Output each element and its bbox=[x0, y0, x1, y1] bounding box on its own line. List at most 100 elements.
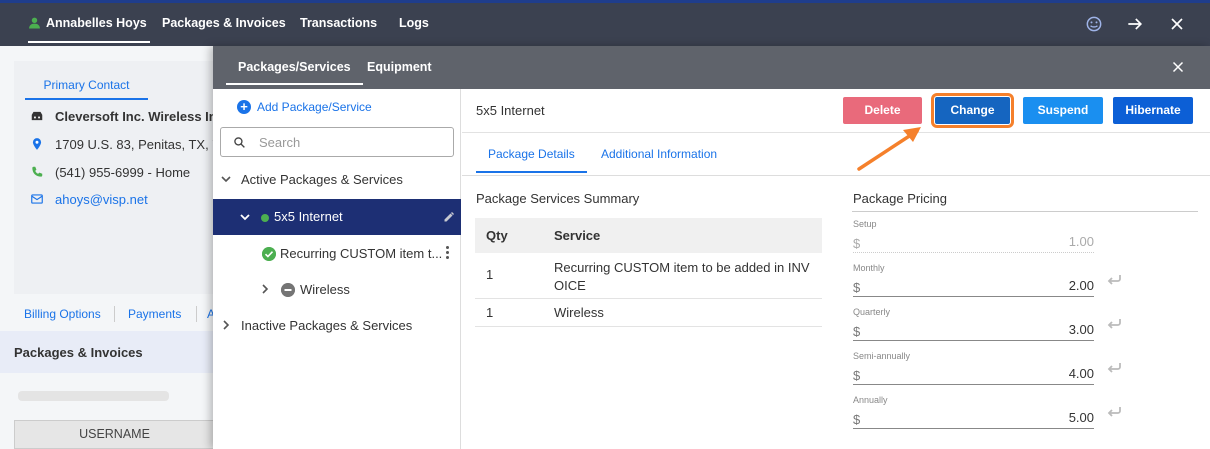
billing-options-link[interactable]: Billing Options bbox=[24, 307, 101, 321]
topnav-logs[interactable]: Logs bbox=[399, 3, 429, 43]
add-package-button[interactable]: + Add Package/Service bbox=[237, 99, 372, 114]
package-tree-panel: + Add Package/Service Active Packages & S… bbox=[213, 89, 461, 449]
minus-circle-icon bbox=[281, 283, 295, 297]
undo-icon[interactable] bbox=[1107, 361, 1121, 373]
tree-item-wireless-label: Wireless bbox=[300, 282, 350, 297]
email-link[interactable]: ahoys@visp.net bbox=[55, 192, 148, 207]
divider bbox=[462, 175, 1210, 176]
column-header-service: Service bbox=[554, 228, 601, 243]
currency-symbol: $ bbox=[853, 280, 861, 295]
address-text: 1709 U.S. 83, Penitas, TX, 7 bbox=[55, 137, 215, 152]
package-title: 5x5 Internet bbox=[476, 103, 545, 118]
tree-group-active[interactable]: Active Packages & Services bbox=[213, 163, 461, 197]
tree-item-recurring-custom[interactable]: Recurring CUSTOM item t... bbox=[213, 237, 461, 271]
service-cell-line1: Recurring CUSTOM item to be added in INV bbox=[554, 260, 810, 275]
price-value: 1.00 bbox=[1068, 234, 1094, 249]
price-field-annually[interactable]: $ 5.00 bbox=[853, 409, 1094, 429]
address-row: 1709 U.S. 83, Penitas, TX, 7 bbox=[30, 137, 215, 155]
pencil-icon[interactable] bbox=[443, 211, 455, 223]
price-label: Quarterly bbox=[853, 307, 891, 317]
check-circle-icon bbox=[262, 247, 276, 261]
chevron-right-icon[interactable] bbox=[260, 284, 270, 294]
building-icon bbox=[31, 111, 43, 121]
price-field-quarterly[interactable]: $ 3.00 bbox=[853, 321, 1094, 341]
divider bbox=[462, 132, 1210, 133]
tree-item-wireless[interactable]: Wireless bbox=[213, 273, 461, 307]
undo-icon[interactable] bbox=[1107, 273, 1121, 285]
username-column-header[interactable]: USERNAME bbox=[14, 420, 215, 449]
location-icon bbox=[32, 138, 42, 150]
pricing-title: Package Pricing bbox=[853, 191, 947, 206]
smiley-icon[interactable] bbox=[1084, 14, 1104, 34]
phone-icon bbox=[32, 166, 43, 177]
phone-row: (541) 955-6999 - Home bbox=[30, 165, 215, 183]
table-row: 1 Wireless bbox=[475, 299, 822, 327]
tree-item-5x5-internet[interactable]: 5x5 Internet bbox=[213, 199, 461, 235]
primary-contact-tab[interactable]: Primary Contact bbox=[25, 78, 148, 100]
topnav-customer-label: Annabelles Hoys bbox=[46, 16, 147, 30]
modal-header: Packages/Services Equipment bbox=[213, 46, 1210, 89]
price-label: Annually bbox=[853, 395, 888, 405]
tab-equipment[interactable]: Equipment bbox=[367, 46, 432, 89]
search-icon bbox=[234, 137, 245, 148]
price-value[interactable]: 2.00 bbox=[1069, 278, 1094, 293]
tab-packages-services[interactable]: Packages/Services bbox=[226, 46, 363, 89]
search-field[interactable] bbox=[220, 127, 454, 157]
tree-group-inactive[interactable]: Inactive Packages & Services bbox=[213, 309, 461, 343]
change-button[interactable]: Change bbox=[931, 93, 1014, 128]
packages-invoices-header: Packages & Invoices bbox=[0, 331, 215, 373]
price-value[interactable]: 5.00 bbox=[1069, 410, 1094, 425]
divider bbox=[196, 306, 197, 322]
tree-group-active-label: Active Packages & Services bbox=[241, 172, 403, 187]
tree-group-inactive-label: Inactive Packages & Services bbox=[241, 318, 413, 333]
price-label: Monthly bbox=[853, 263, 885, 273]
top-navigation-bar: Annabelles Hoys Packages & Invoices Tran… bbox=[0, 0, 1210, 46]
divider bbox=[852, 211, 1198, 212]
service-cell-line2: OICE bbox=[554, 278, 586, 293]
package-detail-panel: 5x5 Internet Delete Change Suspend Hiber… bbox=[462, 89, 1210, 449]
undo-icon[interactable] bbox=[1107, 317, 1121, 329]
chevron-down-icon[interactable] bbox=[240, 212, 250, 222]
arrow-right-icon[interactable] bbox=[1125, 14, 1145, 34]
hibernate-button[interactable]: Hibernate bbox=[1113, 97, 1193, 124]
tree-item-5x5-internet-label: 5x5 Internet bbox=[274, 209, 343, 224]
price-value[interactable]: 4.00 bbox=[1069, 366, 1094, 381]
price-value[interactable]: 3.00 bbox=[1069, 322, 1094, 337]
tab-package-details[interactable]: Package Details bbox=[476, 147, 587, 173]
chevron-down-icon[interactable] bbox=[221, 174, 231, 184]
currency-symbol: $ bbox=[853, 368, 861, 383]
column-header-qty: Qty bbox=[486, 228, 508, 243]
price-field-semi-annually[interactable]: $ 4.00 bbox=[853, 365, 1094, 385]
phone-text: (541) 955-6999 - Home bbox=[55, 165, 191, 180]
packages-modal: Packages/Services Equipment + Add Package… bbox=[213, 46, 1210, 449]
plus-circle-icon: + bbox=[237, 99, 251, 114]
contact-card: Primary Contact Cleversoft Inc. Wireless… bbox=[14, 61, 215, 294]
topnav-transactions[interactable]: Transactions bbox=[300, 3, 377, 43]
currency-symbol: $ bbox=[853, 236, 861, 251]
suspend-button[interactable]: Suspend bbox=[1023, 97, 1103, 124]
email-row[interactable]: ahoys@visp.net bbox=[30, 192, 215, 210]
tree-item-recurring-custom-label: Recurring CUSTOM item t... bbox=[280, 246, 443, 261]
price-label: Semi-annually bbox=[853, 351, 911, 361]
table-row: 1 Recurring CUSTOM item to be added in I… bbox=[475, 253, 822, 299]
price-field-monthly[interactable]: $ 2.00 bbox=[853, 277, 1094, 297]
payments-link[interactable]: Payments bbox=[128, 307, 181, 321]
billing-links: Billing Options Payments A bbox=[0, 304, 215, 324]
tab-additional-information[interactable]: Additional Information bbox=[601, 147, 717, 161]
undo-icon[interactable] bbox=[1107, 405, 1121, 417]
topnav-customer[interactable]: Annabelles Hoys bbox=[28, 3, 150, 43]
qty-cell: 1 bbox=[486, 305, 494, 320]
kebab-icon[interactable] bbox=[446, 246, 450, 260]
search-input[interactable] bbox=[257, 133, 447, 151]
close-icon[interactable] bbox=[1167, 14, 1187, 34]
price-field-setup: $ 1.00 bbox=[853, 233, 1094, 253]
close-icon[interactable] bbox=[1169, 58, 1187, 76]
chevron-right-icon[interactable] bbox=[221, 320, 231, 330]
table-header: Qty Service bbox=[475, 218, 822, 253]
price-label: Setup bbox=[853, 219, 877, 229]
active-status-dot bbox=[261, 214, 269, 222]
loading-placeholder bbox=[18, 391, 169, 401]
topnav-packages-invoices[interactable]: Packages & Invoices bbox=[162, 3, 286, 43]
currency-symbol: $ bbox=[853, 412, 861, 427]
delete-button[interactable]: Delete bbox=[843, 97, 922, 124]
